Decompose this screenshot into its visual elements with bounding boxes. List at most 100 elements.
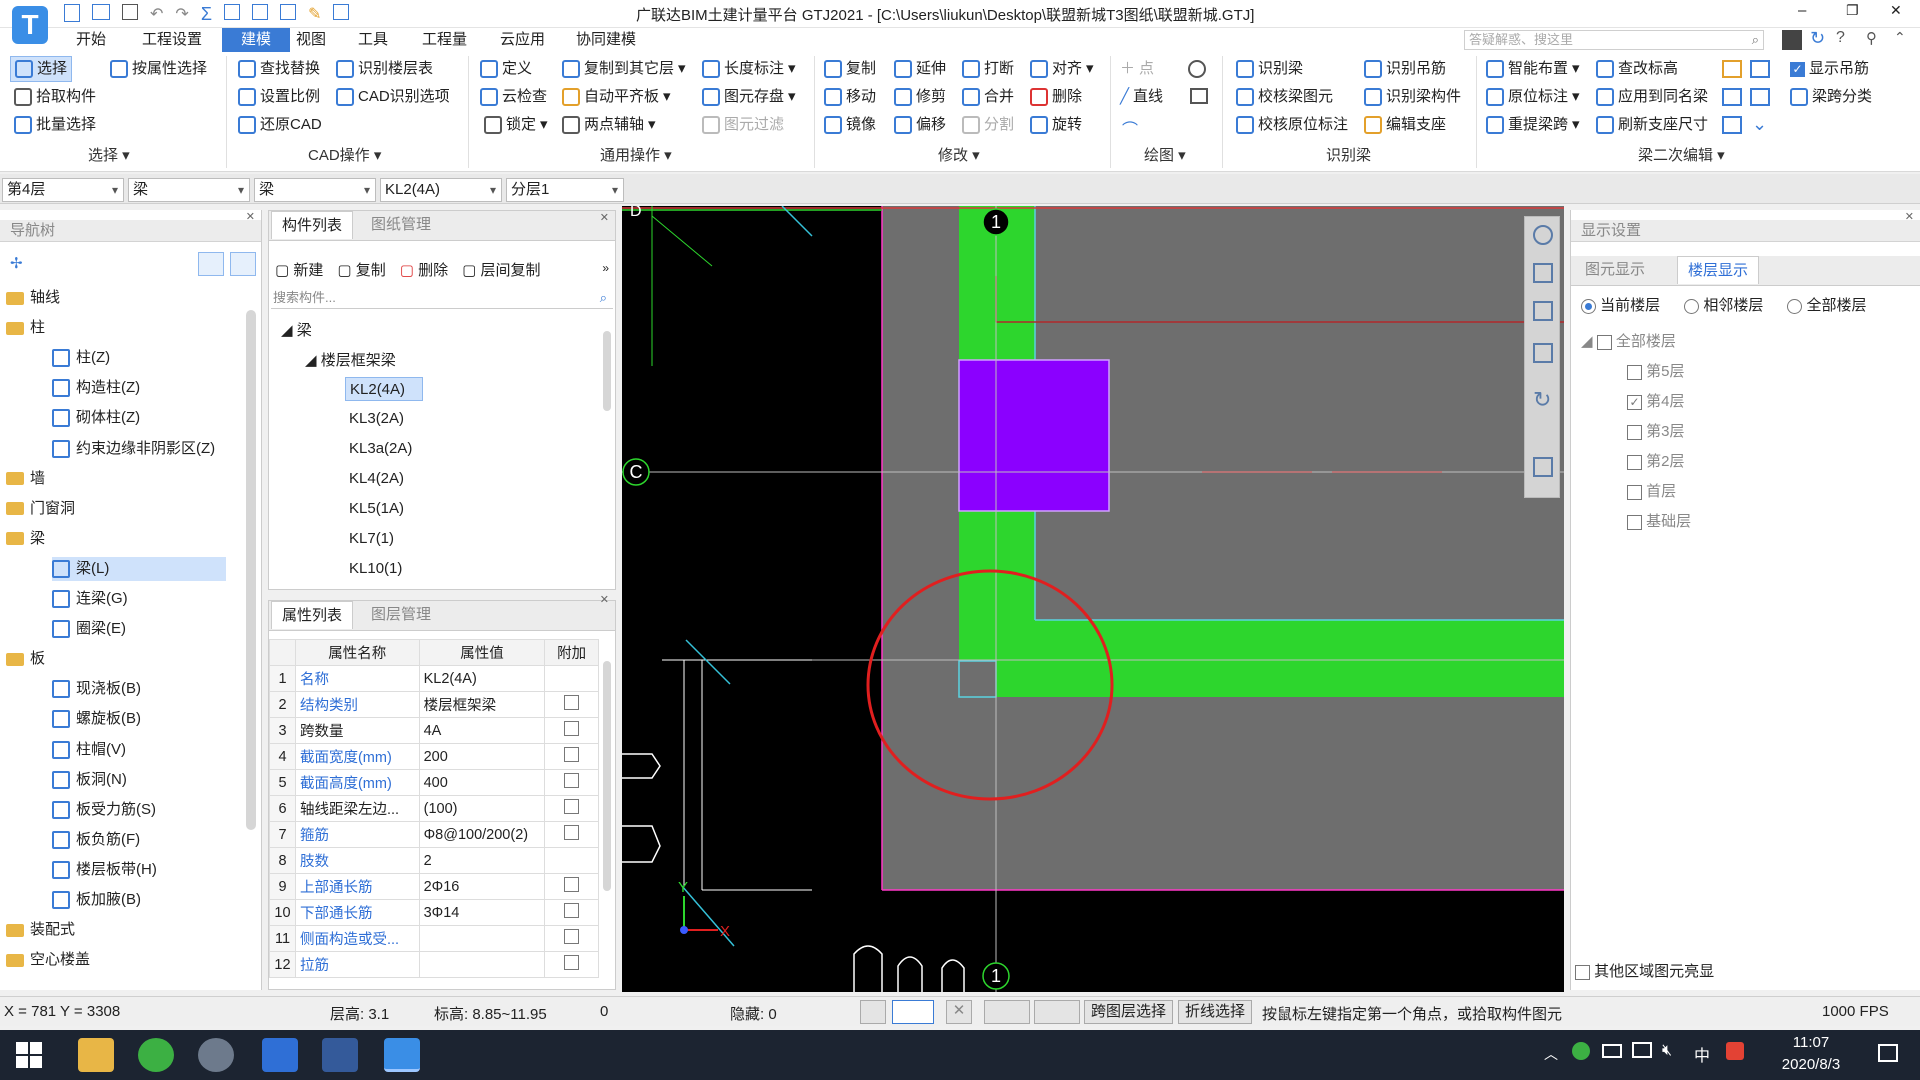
group-label-beam-edit[interactable]: 梁二次编辑 ▾ — [1638, 144, 1725, 165]
nav-item[interactable]: 轴线 — [6, 286, 242, 310]
element-filter-button[interactable]: 图元过滤 — [702, 112, 784, 138]
drawing-canvas[interactable]: 1 C D 1 X Y ↻ — [622, 206, 1564, 992]
nav-item[interactable]: 梁(L) — [52, 556, 226, 581]
checkbox-icon[interactable] — [564, 903, 580, 918]
property-extra[interactable] — [544, 925, 599, 952]
property-value[interactable]: 200 — [418, 743, 546, 770]
property-value[interactable]: Φ8@100/200(2) — [418, 821, 546, 848]
tab-property-list[interactable]: 属性列表 — [271, 601, 354, 629]
arc-draw-icon[interactable]: ⌒ — [1122, 116, 1138, 140]
floor-tree-root[interactable]: ◢ 全部楼层 — [1581, 330, 1676, 351]
merge-button[interactable]: 合并 — [962, 84, 1014, 110]
checkbox-icon[interactable] — [1627, 424, 1642, 440]
trim-button[interactable]: 修剪 — [894, 84, 946, 110]
property-value[interactable]: 4A — [418, 717, 546, 744]
tab-layer-management[interactable]: 图层管理 — [361, 601, 441, 629]
tab-component-list[interactable]: 构件列表 — [271, 211, 354, 239]
nav-item[interactable]: 构造柱(Z) — [52, 376, 226, 400]
check-beam-element-button[interactable]: 校核梁图元 — [1236, 84, 1333, 110]
group-label-common[interactable]: 通用操作 ▾ — [600, 144, 672, 165]
property-extra[interactable] — [544, 795, 599, 822]
type-dropdown[interactable]: 梁 — [128, 178, 250, 202]
property-value[interactable]: KL2(4A) — [418, 665, 546, 692]
property-value[interactable]: (100) — [418, 795, 546, 822]
nav-item[interactable]: 板加腋(B) — [52, 888, 226, 912]
property-row[interactable]: 6 轴线距梁左边... (100) — [269, 795, 599, 822]
new-file-icon[interactable] — [64, 4, 80, 22]
floor-checkbox-item[interactable]: 首层 — [1627, 480, 1676, 501]
checkbox-icon[interactable] — [564, 877, 580, 892]
nav-item[interactable]: 柱 — [6, 316, 242, 340]
group-label-draw[interactable]: 绘图 ▾ — [1144, 144, 1186, 165]
view-box-icon[interactable] — [1533, 343, 1553, 363]
nav-item[interactable]: 板负筋(F) — [52, 828, 226, 852]
layout-icon[interactable] — [1533, 457, 1553, 477]
pin-icon[interactable]: ⚲ — [1866, 29, 1877, 47]
nav-item[interactable]: 墙 — [6, 467, 242, 491]
checkbox-icon[interactable] — [564, 747, 580, 762]
cad-drawing[interactable]: 1 C D 1 X Y — [622, 206, 1564, 992]
component-dropdown[interactable]: KL2(4A) — [380, 178, 502, 202]
save-icon[interactable] — [122, 4, 138, 20]
property-row[interactable]: 5 截面高度(mm) 400 — [269, 769, 599, 796]
select-button[interactable]: 选择 — [10, 56, 73, 82]
clock-date[interactable]: 2020/8/3 — [1768, 1056, 1854, 1073]
property-value[interactable] — [418, 925, 546, 952]
corner-gap[interactable] — [959, 661, 996, 697]
user-avatar[interactable] — [1782, 30, 1802, 50]
table-icon[interactable] — [251, 4, 268, 20]
line-button[interactable]: ╱ 直线 — [1120, 84, 1163, 110]
check-elevation-button[interactable]: 查改标高 — [1596, 56, 1678, 82]
restore-button[interactable]: ❐ — [1846, 2, 1859, 19]
split-button[interactable]: 分割 — [962, 112, 1014, 138]
radio-adjacent-floor[interactable]: 相邻楼层 — [1684, 294, 1763, 315]
inter-floor-copy-button[interactable]: ▢ 层间复制 — [462, 259, 540, 280]
tab-drawing-management[interactable]: 图纸管理 — [361, 211, 441, 239]
nav-item[interactable]: 砌体柱(Z) — [52, 406, 226, 430]
restore-cad-button[interactable]: 还原CAD — [238, 112, 322, 138]
circle-draw-icon[interactable] — [1188, 60, 1206, 78]
length-dim-button[interactable]: 长度标注 ▾ — [702, 56, 796, 82]
component-list-item[interactable]: KL2(4A) — [345, 377, 423, 401]
minimize-button[interactable]: – — [1798, 2, 1806, 19]
property-value[interactable] — [418, 951, 546, 978]
menu-tools[interactable]: 工具 — [348, 28, 398, 52]
help-icon[interactable]: ? — [1836, 29, 1845, 47]
define-button[interactable]: 定义 — [480, 56, 532, 82]
nav-item[interactable]: 门窗洞 — [6, 497, 242, 521]
nav-item[interactable]: 楼层板带(H) — [52, 858, 226, 882]
property-row[interactable]: 9 上部通长筋 2Φ16 — [269, 873, 599, 900]
nav-item[interactable]: 装配式 — [6, 918, 242, 942]
snap-mode-dropdown[interactable] — [892, 1000, 934, 1024]
view-3d-icon[interactable] — [1533, 263, 1553, 283]
floor-checkbox-item[interactable]: ✓ 第4层 — [1627, 390, 1685, 411]
search-icon[interactable]: ⌕ — [1752, 31, 1759, 49]
rotate-button[interactable]: 旋转 — [1030, 112, 1082, 138]
menu-start[interactable]: 开始 — [66, 28, 116, 52]
align-button[interactable]: 对齐 ▾ — [1030, 56, 1094, 82]
more-icon[interactable]: » — [602, 261, 609, 275]
app-icon[interactable] — [198, 1038, 234, 1072]
sum-icon[interactable]: Σ — [201, 4, 212, 24]
polyline-select-button[interactable]: 折线选择 — [1178, 1000, 1253, 1024]
identify-beam-component-button[interactable]: 识别梁构件 — [1364, 84, 1461, 110]
cloud-check-button[interactable]: 云检查 — [480, 84, 547, 110]
close-icon[interactable]: ✕ — [600, 593, 609, 606]
redo-icon[interactable]: ↷ — [175, 4, 188, 24]
delete-component-button[interactable]: ▢ 删除 — [400, 259, 448, 280]
collapse-ribbon-icon[interactable]: ⌃ — [1894, 29, 1906, 46]
menu-quantities[interactable]: 工程量 — [412, 28, 477, 52]
checkbox-icon[interactable] — [564, 825, 580, 840]
component-scrollbar[interactable] — [603, 331, 611, 411]
two-point-axis-button[interactable]: 两点辅轴 ▾ — [562, 112, 656, 138]
identify-beam-button[interactable]: 识别梁 — [1236, 56, 1303, 82]
floor-checkbox-item[interactable]: 第3层 — [1627, 420, 1685, 441]
floor-dropdown[interactable]: 第4层 — [2, 178, 124, 202]
property-value[interactable]: 楼层框架梁 — [418, 691, 546, 718]
menu-view[interactable]: 视图 — [286, 28, 336, 52]
property-value[interactable]: 2Φ16 — [418, 873, 546, 900]
menu-collab[interactable]: 协同建模 — [566, 28, 646, 52]
property-row[interactable]: 7 箍筋 Φ8@100/200(2) — [269, 821, 599, 848]
nav-item[interactable]: 约束边缘非阴影区(Z) — [52, 437, 226, 461]
component-search-input[interactable]: 搜索构件... ⌕ — [271, 287, 613, 309]
